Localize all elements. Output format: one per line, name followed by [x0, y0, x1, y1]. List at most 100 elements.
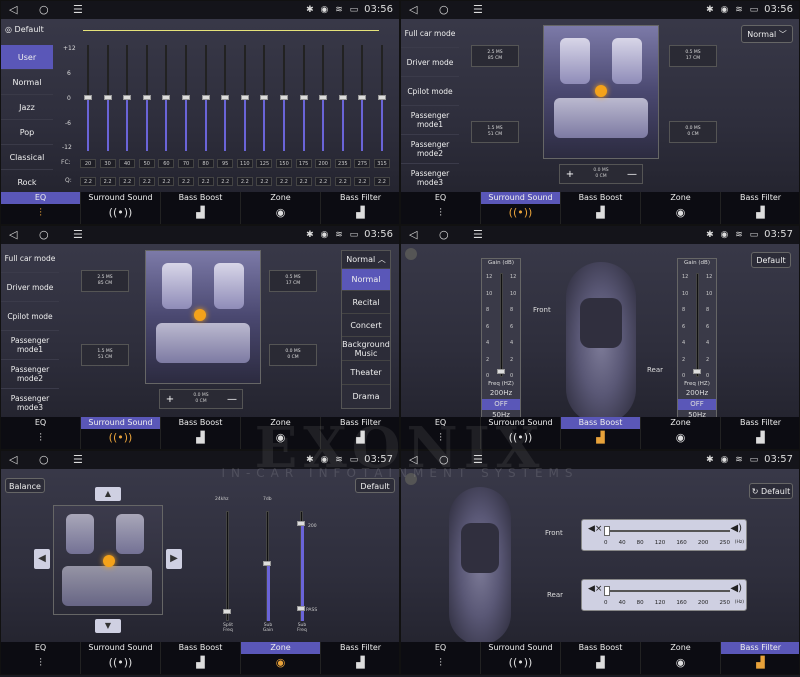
tab-zone[interactable]: Zone ◉ [641, 642, 721, 674]
minus-button[interactable]: — [622, 169, 642, 180]
delay-chip-front-left[interactable]: 2.5 MS 85 CM [471, 45, 519, 67]
mode-full-car[interactable]: Full car mode [401, 19, 459, 48]
gain-slider-handle[interactable] [497, 369, 505, 374]
fc-cell[interactable]: 50 [138, 159, 155, 168]
settings-icon[interactable] [405, 248, 417, 260]
fc-cell[interactable]: 70 [178, 159, 194, 168]
toggle-state[interactable]: OFF [678, 399, 716, 410]
q-cell[interactable]: 2.2 [276, 177, 292, 186]
tab-bass-boost[interactable]: Bass Boost ▟ [161, 642, 241, 674]
fc-cell[interactable]: 110 [236, 159, 253, 168]
fc-cell[interactable]: 125 [256, 159, 273, 168]
q-cell[interactable]: 2.2 [354, 177, 371, 186]
eq-band-handle[interactable] [358, 95, 367, 100]
tab-bass-filter[interactable]: Bass Filter ▟ [721, 417, 799, 449]
q-cell[interactable]: 2.2 [334, 177, 351, 186]
sub-gain-handle[interactable] [263, 561, 271, 566]
delay-chip-front-right[interactable]: 0.5 MS 17 CM [269, 270, 317, 292]
mode-cpilot[interactable]: Cpilot mode [1, 302, 59, 331]
preset-jazz[interactable]: Jazz [1, 95, 53, 120]
q-cell[interactable]: 2.2 [158, 177, 175, 186]
eq-band-handle[interactable] [123, 95, 132, 100]
fc-cell[interactable]: 315 [374, 159, 390, 168]
menu-icon[interactable]: ☰ [73, 3, 83, 16]
tab-surround-sound[interactable]: Surround Sound ((•)) [81, 642, 161, 674]
mode-driver[interactable]: Driver mode [401, 48, 459, 77]
eq-band-handle[interactable] [378, 95, 386, 100]
fc-cell[interactable]: 95 [217, 159, 234, 168]
tab-surround-sound[interactable]: Surround Sound ((•)) [81, 417, 161, 449]
right-arrow-button[interactable]: ▶ [166, 549, 182, 569]
dropdown-current[interactable]: Normal ︿ [342, 251, 390, 269]
tab-surround-sound[interactable]: Surround Sound ((•)) [81, 192, 161, 224]
fc-cell[interactable]: 235 [334, 159, 351, 168]
filter-default-button[interactable]: ↻ Default [749, 483, 793, 499]
option-background-music[interactable]: Background Music [342, 337, 390, 361]
eq-band-handle[interactable] [260, 95, 269, 100]
q-cell[interactable]: 2.2 [295, 177, 312, 186]
tab-eq[interactable]: EQ ⫶ [1, 192, 81, 224]
eq-band-handle[interactable] [240, 95, 249, 100]
eq-band-handle[interactable] [201, 95, 210, 100]
delay-chip-rear-right[interactable]: 0.0 MS 0 CM [669, 121, 717, 143]
home-icon[interactable]: ○ [439, 228, 449, 241]
delay-chip-rear-left[interactable]: 1.5 MS 51 CM [471, 121, 519, 143]
fc-cell[interactable]: 20 [80, 159, 96, 168]
delay-chip-rear-right[interactable]: 0.0 MS 0 CM [269, 344, 317, 366]
q-cell[interactable]: 2.2 [197, 177, 214, 186]
back-icon[interactable]: ◁ [9, 453, 17, 466]
eq-band-handle[interactable] [299, 95, 308, 100]
menu-icon[interactable]: ☰ [473, 228, 483, 241]
eq-band-handle[interactable] [84, 95, 92, 100]
tab-bass-boost[interactable]: Bass Boost ▟ [161, 192, 241, 224]
mode-passenger3[interactable]: Passenger mode3 [1, 389, 59, 418]
left-arrow-button[interactable]: ◀ [34, 549, 50, 569]
balance-button[interactable]: Balance [5, 478, 45, 493]
fc-cell[interactable]: 175 [295, 159, 312, 168]
tab-eq[interactable]: EQ ⫶ [1, 417, 81, 449]
q-cell[interactable]: 2.2 [217, 177, 234, 186]
preset-classical[interactable]: Classical [1, 145, 53, 170]
slider-handle[interactable] [604, 526, 610, 536]
volume-icon[interactable]: ◀) [730, 523, 742, 534]
tab-bass-boost[interactable]: Bass Boost ▟ [561, 192, 641, 224]
fc-cell[interactable]: 275 [354, 159, 371, 168]
mode-full-car[interactable]: Full car mode [1, 244, 59, 273]
toggle-state[interactable]: OFF [482, 399, 520, 410]
eq-band-handle[interactable] [103, 95, 112, 100]
rear-filter-slider[interactable]: ◀× ◀) 0 40 80 120 160 200 250 (Hz) [581, 579, 747, 611]
eq-band-handle[interactable] [142, 95, 151, 100]
option-recital[interactable]: Recital [342, 291, 390, 314]
tab-bass-filter[interactable]: Bass Filter ▟ [721, 642, 799, 674]
option-drama[interactable]: Drama [342, 385, 390, 408]
pass-handle[interactable] [297, 606, 305, 611]
q-cell[interactable]: 2.2 [374, 177, 390, 186]
mode-passenger2[interactable]: Passenger mode2 [401, 135, 459, 164]
home-icon[interactable]: ○ [439, 3, 449, 16]
freq-value[interactable]: 200Hz [678, 389, 716, 397]
preset-pop[interactable]: Pop [1, 120, 53, 145]
tab-zone[interactable]: Zone ◉ [241, 192, 321, 224]
balance-position-dot[interactable] [103, 555, 115, 567]
mode-passenger2[interactable]: Passenger mode2 [1, 360, 59, 389]
option-concert[interactable]: Concert [342, 314, 390, 337]
mute-icon[interactable]: ◀× [588, 524, 602, 534]
q-cell[interactable]: 2.2 [138, 177, 155, 186]
tab-bass-filter[interactable]: Bass Filter ▟ [321, 192, 399, 224]
fc-cell[interactable]: 200 [315, 159, 332, 168]
preset-user[interactable]: User [1, 45, 53, 70]
listening-position-dot[interactable] [595, 85, 607, 97]
q-cell[interactable]: 2.2 [236, 177, 253, 186]
menu-icon[interactable]: ☰ [473, 3, 483, 16]
plus-button[interactable]: + [160, 394, 180, 405]
gain-slider-handle[interactable] [693, 369, 701, 374]
sub-freq-handle[interactable] [297, 521, 305, 526]
mode-cpilot[interactable]: Cpilot mode [401, 77, 459, 106]
mode-passenger1[interactable]: Passenger mode1 [1, 331, 59, 360]
tab-zone[interactable]: Zone ◉ [641, 417, 721, 449]
menu-icon[interactable]: ☰ [73, 453, 83, 466]
eq-band-handle[interactable] [319, 95, 328, 100]
tab-zone[interactable]: Zone ◉ [241, 642, 321, 674]
home-icon[interactable]: ○ [39, 453, 49, 466]
listening-position-dot[interactable] [194, 309, 206, 321]
